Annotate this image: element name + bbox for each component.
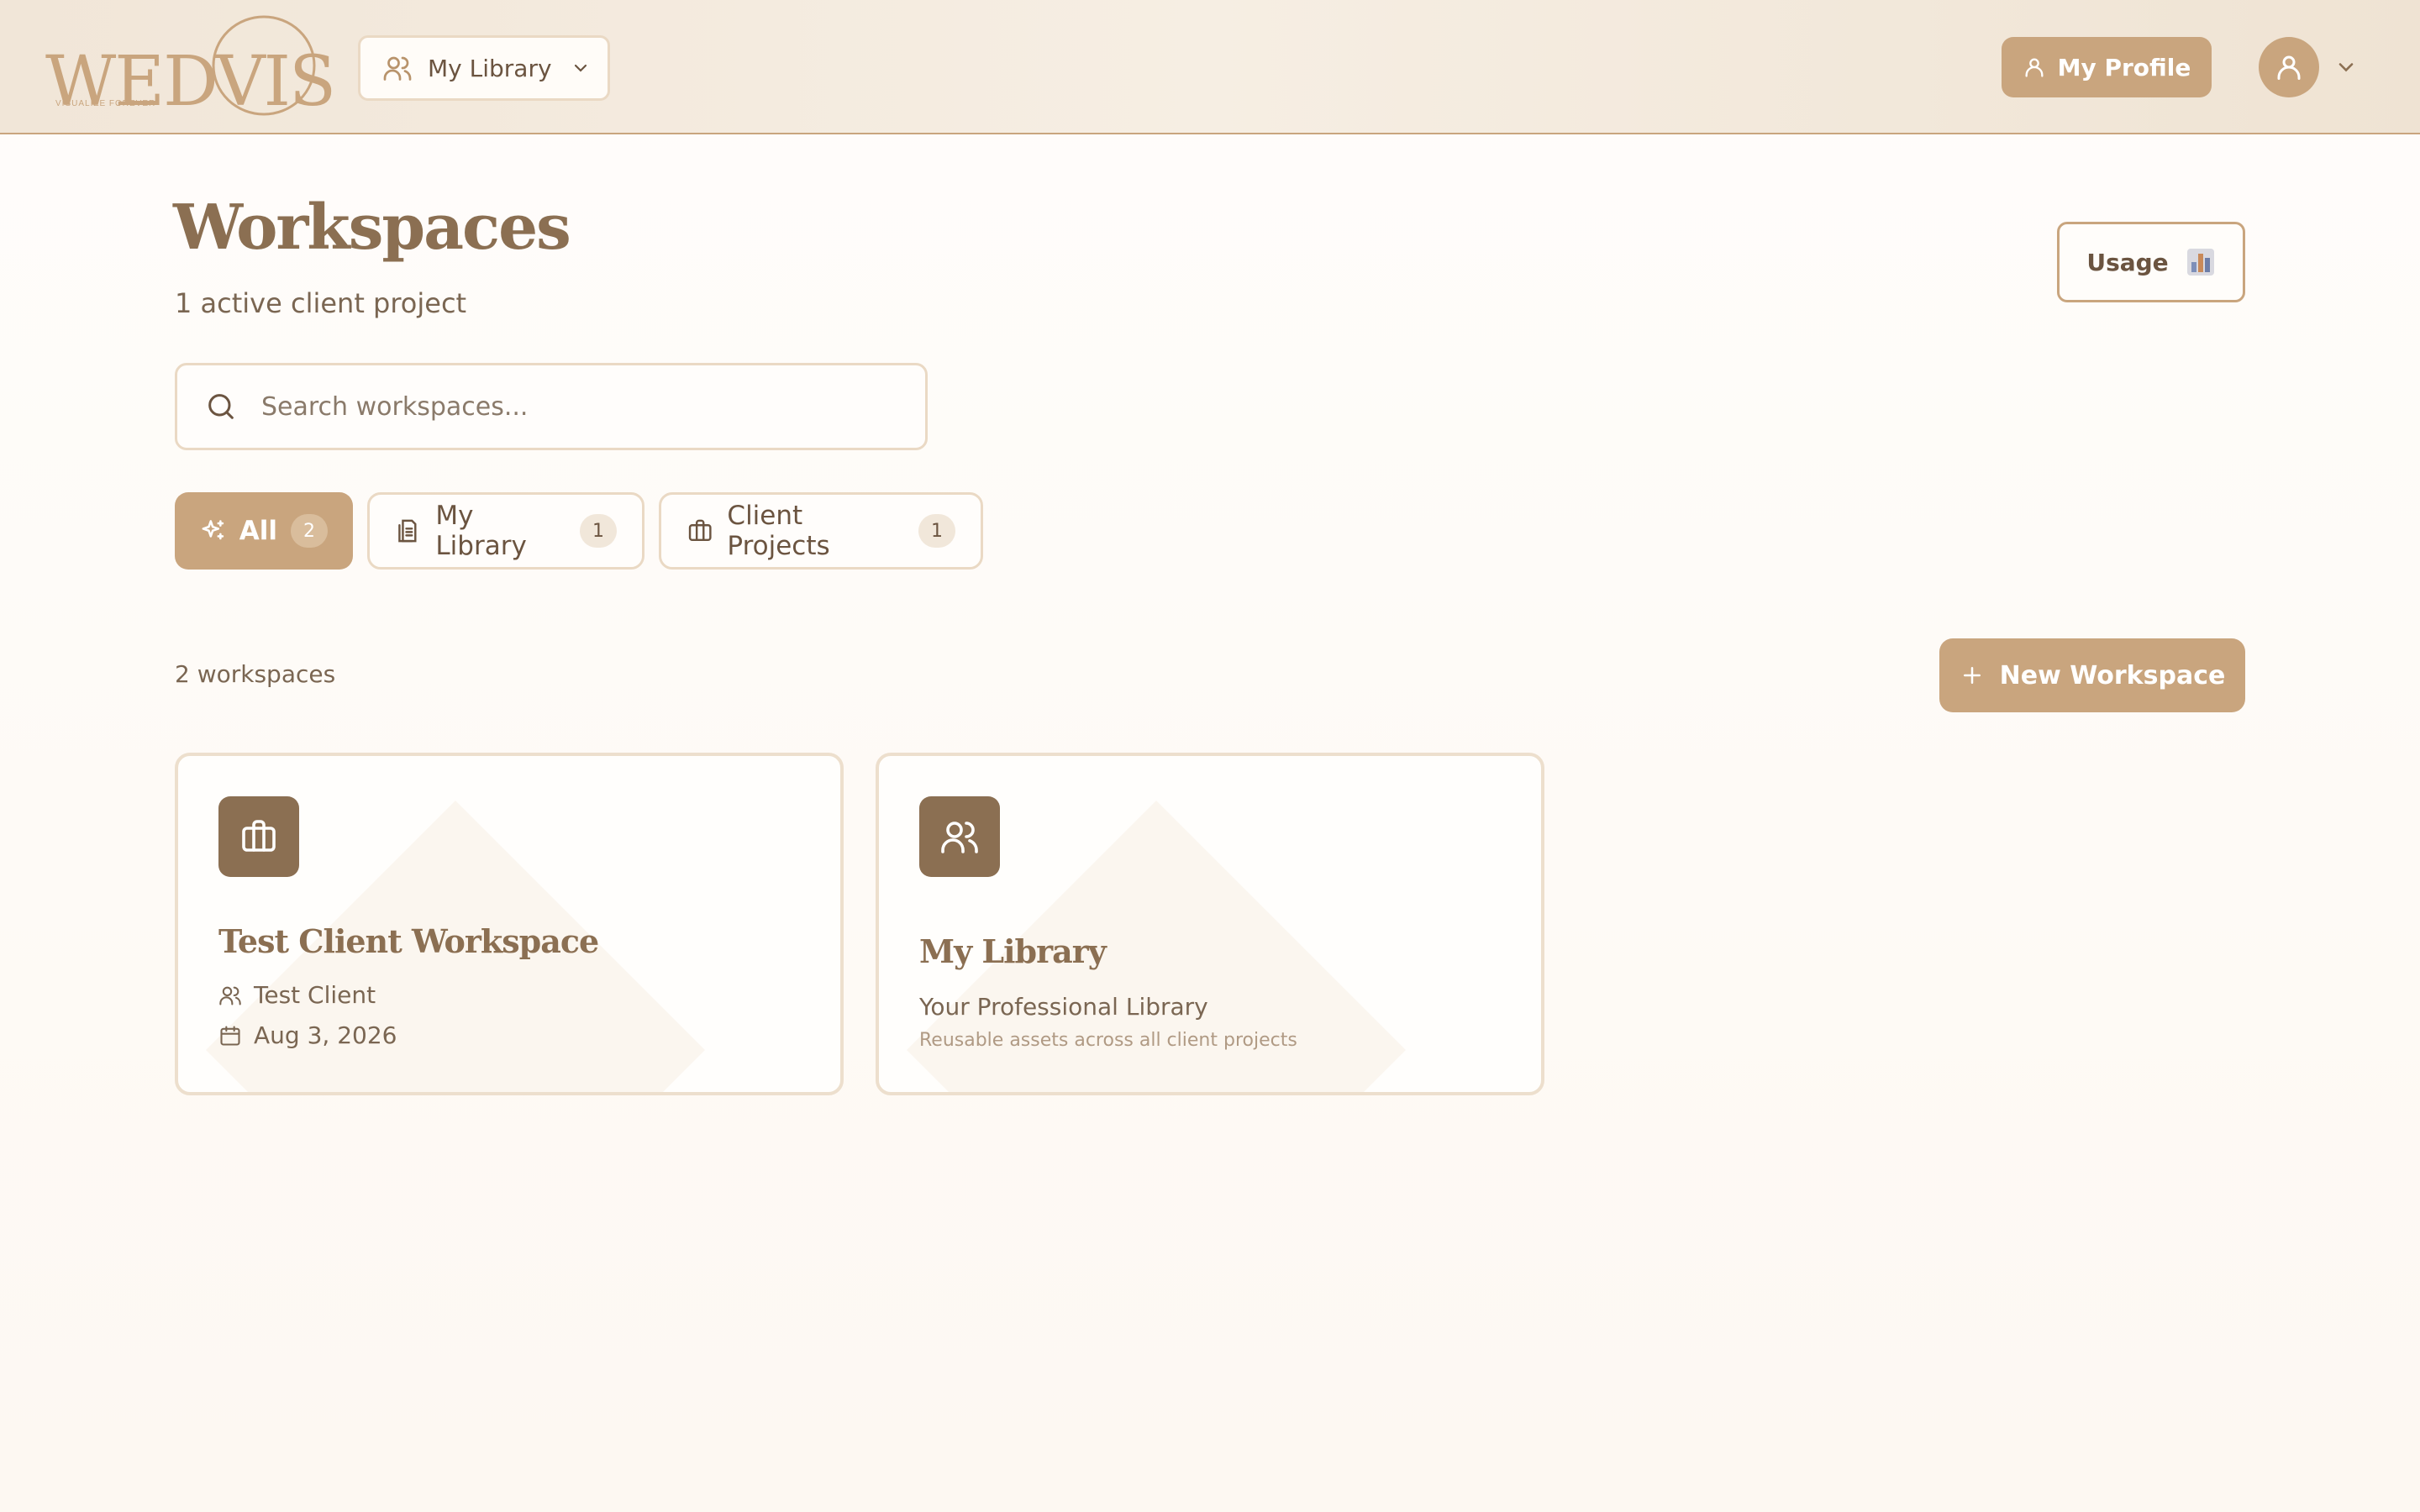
tab-all-label: All (239, 516, 277, 546)
plus-icon (1963, 667, 1981, 684)
workspace-card[interactable]: Test Client Workspace Test Client Aug 3,… (175, 753, 844, 1095)
workspace-client: Test Client (218, 981, 376, 1009)
library-icon (398, 519, 417, 543)
new-workspace-label: New Workspace (1999, 660, 2226, 690)
new-workspace-button[interactable]: New Workspace (1939, 638, 2245, 712)
workspace-description: Reusable assets across all client projec… (919, 1030, 1297, 1051)
my-profile-button[interactable]: My Profile (2002, 37, 2212, 97)
tab-all[interactable]: All 2 (175, 492, 353, 570)
chevron-down-icon (574, 64, 587, 72)
user-icon (2025, 58, 2044, 77)
logo-wordmark: WEDVIS (45, 42, 336, 122)
bar-chart-icon (2186, 249, 2214, 276)
usage-button[interactable]: Usage (2057, 222, 2245, 302)
users-icon (219, 986, 241, 1005)
workspace-count: 2 workspaces (175, 660, 336, 688)
tab-my-library[interactable]: My Library 1 (367, 492, 644, 570)
search-input[interactable] (261, 391, 900, 422)
workspace-card-icon (218, 796, 299, 877)
tab-client-projects-label: Client Projects (727, 501, 830, 561)
workspace-card-icon (919, 796, 1000, 877)
calendar-icon (220, 1025, 240, 1046)
library-select[interactable]: My Library (358, 35, 610, 101)
workspace-client-name: Test Client (254, 981, 376, 1009)
sparkles-icon (202, 520, 224, 540)
workspace-date: Aug 3, 2026 (218, 1021, 397, 1049)
chevron-down-icon[interactable] (2334, 55, 2358, 79)
logo[interactable]: WEDVIS VISUALIZE FOREVER (42, 12, 336, 122)
page-subtitle: 1 active client project (175, 287, 467, 319)
tab-my-library-label: My Library (435, 501, 527, 561)
page-title: Workspaces (173, 192, 571, 264)
search-box[interactable] (175, 363, 928, 450)
library-select-label: My Library (428, 54, 552, 82)
logo-tagline: VISUALIZE FOREVER (55, 99, 156, 108)
avatar[interactable] (2259, 37, 2319, 97)
usage-button-label: Usage (2086, 248, 2169, 276)
workspace-card[interactable]: My Library Your Professional Library Reu… (876, 753, 1544, 1095)
tab-my-library-count: 1 (580, 514, 617, 548)
user-icon (2277, 55, 2301, 80)
users-icon (383, 56, 412, 81)
tab-all-count: 2 (291, 514, 328, 548)
search-icon (208, 394, 234, 419)
tab-client-projects[interactable]: Client Projects 1 (659, 492, 983, 570)
top-bar: WEDVIS VISUALIZE FOREVER My Library My P… (0, 0, 2420, 134)
briefcase-icon (688, 519, 712, 542)
briefcase-icon (242, 820, 276, 852)
workspace-title: My Library (919, 932, 1107, 970)
my-profile-label: My Profile (2057, 53, 2191, 81)
tab-client-projects-count: 1 (918, 514, 955, 548)
workspace-title: Test Client Workspace (218, 922, 599, 960)
workspace-subtitle: Your Professional Library (919, 993, 1208, 1021)
users-icon (941, 822, 978, 853)
workspace-date-value: Aug 3, 2026 (254, 1021, 397, 1049)
